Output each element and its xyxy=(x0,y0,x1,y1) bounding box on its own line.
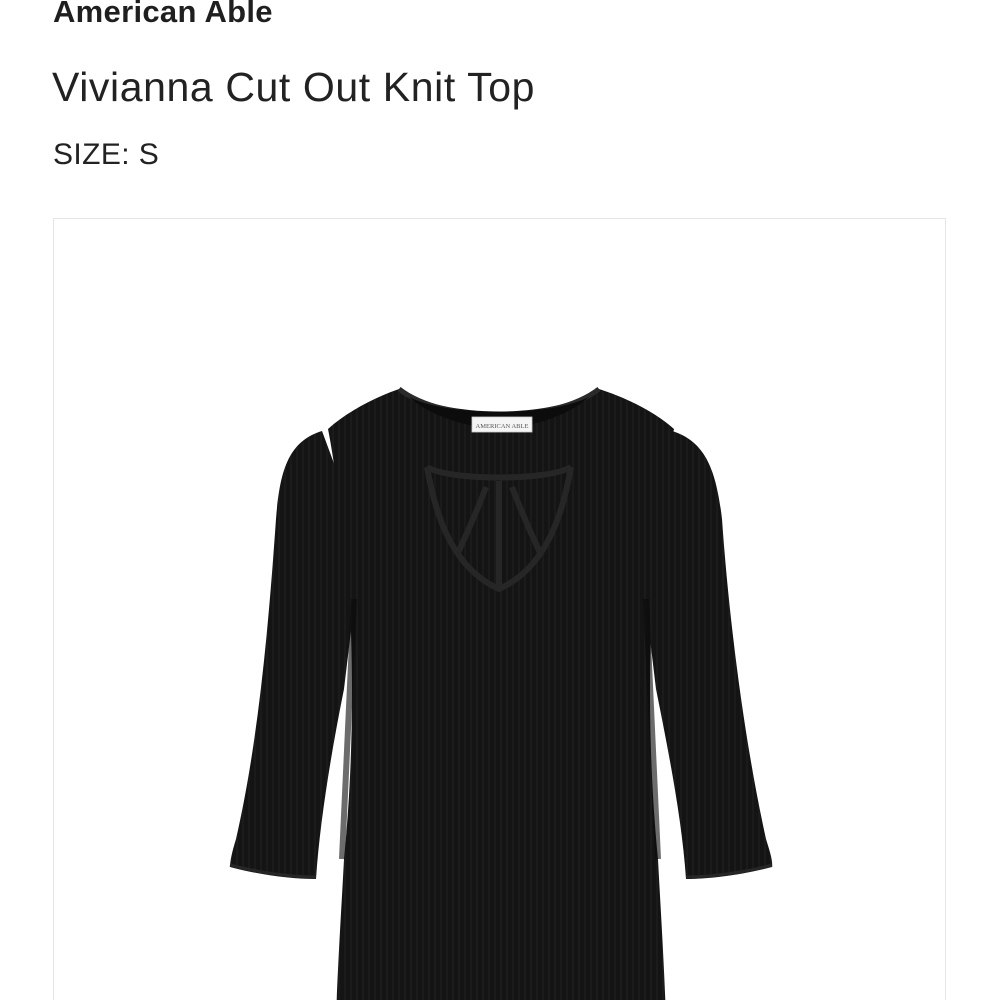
product-detail-page: American Able Vivianna Cut Out Knit Top … xyxy=(0,0,1000,1000)
product-image: AMERICAN ABLE xyxy=(229,387,773,1000)
size-value: S xyxy=(138,138,160,171)
product-title: Vivianna Cut Out Knit Top xyxy=(52,64,535,110)
garment-body xyxy=(328,389,674,1000)
size-info: SIZE: S xyxy=(53,136,159,174)
tag-text: AMERICAN ABLE xyxy=(476,423,529,430)
neck-label-tag: AMERICAN ABLE xyxy=(471,416,533,433)
product-image-card[interactable]: AMERICAN ABLE xyxy=(53,218,946,1000)
brand-name[interactable]: American Able xyxy=(53,0,273,34)
size-label: SIZE: xyxy=(53,138,131,171)
